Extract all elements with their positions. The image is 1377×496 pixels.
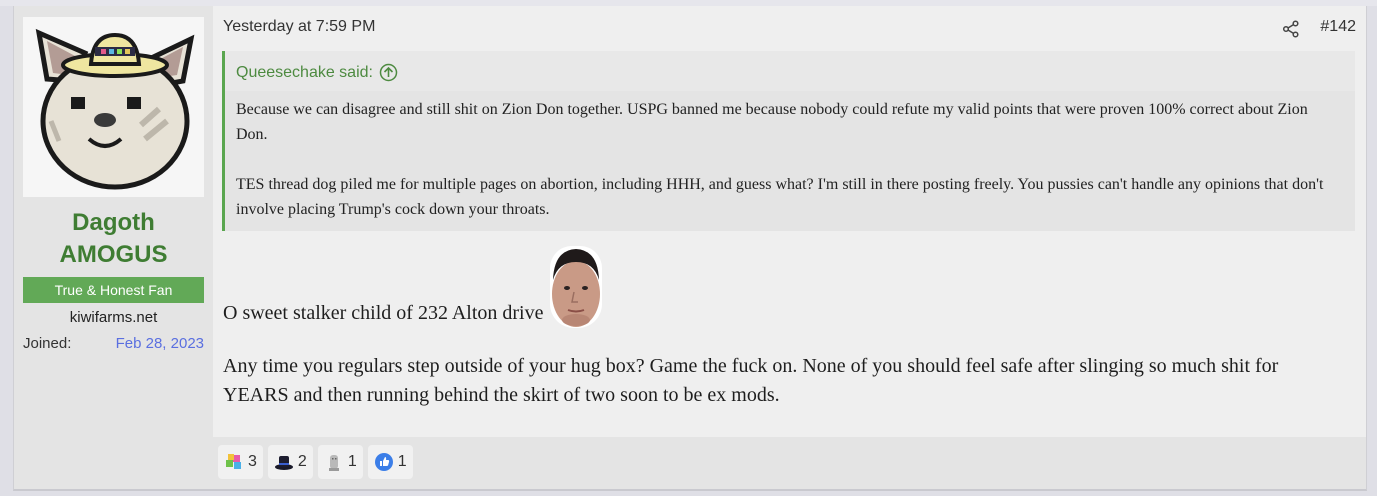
username[interactable]: Dagoth AMOGUS [23,207,204,271]
reaction-count: 3 [248,453,257,470]
joined-date: Feb 28, 2023 [115,335,204,352]
post-header: Yesterday at 7:59 PM #142 [223,18,1356,40]
joined-row: Joined: Feb 28, 2023 [23,334,204,354]
reaction-count: 1 [397,453,407,470]
jump-to-quote-icon[interactable] [379,63,398,82]
reaction-like[interactable]: 1 [367,445,413,479]
user-title-badge: True & Honest Fan [23,277,204,303]
post-line-with-image: O sweet stalker child of 232 Alton drive [223,242,1333,328]
reaction-top-hat[interactable]: 2 [267,445,313,479]
post-number-link[interactable]: #142 [1320,18,1356,36]
quote-paragraph: TES thread dog piled me for multiple pag… [236,176,1324,218]
reaction-statue[interactable]: 1 [317,445,363,479]
reaction-count: 1 [347,453,357,470]
top-hat-icon [274,456,293,470]
post-body: O sweet stalker child of 232 Alton drive… [223,242,1333,410]
share-icon[interactable] [1282,20,1300,38]
quote-content: Because we can disagree and still shit o… [225,91,1355,222]
puzzle-icon [226,454,241,469]
user-info-panel: Dagoth AMOGUS True & Honest Fan kiwifarm… [14,6,213,489]
joined-label: Joined: [23,335,72,352]
forum-post: Dagoth AMOGUS True & Honest Fan kiwifarm… [13,6,1367,491]
face-image[interactable] [549,246,602,328]
username-line-1[interactable]: Dagoth [23,207,204,239]
reaction-count: 2 [297,453,307,470]
quote-header[interactable]: Queesechake said: [225,51,1355,91]
statue-icon [328,455,339,471]
user-site: kiwifarms.net [69,309,158,326]
quote-block: Queesechake said: Because we can disagre… [222,51,1355,231]
quote-paragraph: Because we can disagree and still shit o… [236,101,1308,143]
quote-author[interactable]: Queesechake said: [236,64,373,82]
reactions-bar: 3 2 1 1 [213,437,1366,489]
username-line-2[interactable]: AMOGUS [23,239,204,271]
avatar[interactable] [23,17,204,197]
thumbs-up-icon [374,453,393,471]
reaction-puzzle[interactable]: 3 [218,445,263,479]
post-date-link[interactable]: Yesterday at 7:59 PM [223,18,375,36]
post-text: Any time you regulars step outside of yo… [223,355,1279,406]
post-text: O sweet stalker child of 232 Alton drive [223,302,544,324]
post-main: Yesterday at 7:59 PM #142 Queesechake sa… [213,6,1366,489]
